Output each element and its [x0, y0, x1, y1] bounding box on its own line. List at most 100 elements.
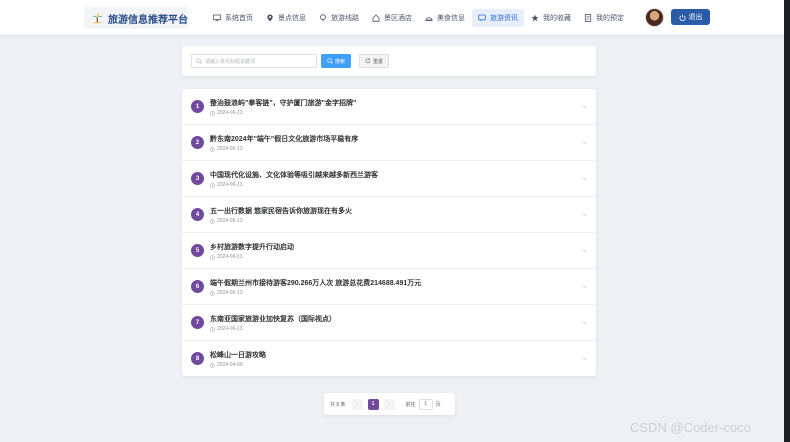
news-index-badge: 6 [191, 280, 204, 293]
route-icon [320, 14, 326, 22]
clock-icon [210, 146, 215, 152]
news-title[interactable]: 五一出行数据 悠家民宿告诉你旅游现在有多火 [210, 206, 352, 216]
news-title[interactable]: 松峰山一日游攻略 [210, 350, 266, 360]
arrow-right-icon[interactable]: → [580, 283, 587, 290]
clock-icon [210, 290, 215, 296]
news-date: 2024-06-13 [210, 326, 243, 332]
nav-item-food[interactable]: 美食信息 [419, 9, 471, 27]
goto-page-input[interactable]: 1 [418, 398, 433, 410]
document-icon [584, 14, 592, 22]
nav-item-bookings[interactable]: 我的预定 [578, 9, 630, 27]
nav-item-hotels[interactable]: 景区酒店 [366, 9, 418, 27]
news-date-text: 2024-06-13 [217, 110, 243, 116]
news-index-badge: 1 [191, 100, 204, 113]
news-list-item[interactable]: 6 端午假期兰州市接待游客290.266万人次 旅游总花费214688.491万元… [182, 269, 596, 305]
news-list-item[interactable]: 8 松峰山一日游攻略 2024-04-09 → [182, 341, 596, 377]
goto-suffix: 页 [435, 401, 441, 408]
news-list-item[interactable]: 1 整治鼓浪屿"拳客链"，守护厦门旅游"金字招牌" 2024-06-13 → [182, 89, 596, 125]
news-date: 2024-06-13 [210, 182, 243, 188]
news-title[interactable]: 黔东南2024年"端午"假日文化旅游市场平稳有序 [210, 134, 358, 144]
arrow-right-icon[interactable]: → [580, 139, 587, 146]
search-input[interactable]: 请输入资讯标题关键词 [191, 54, 317, 68]
nav-item-label: 美食信息 [437, 15, 465, 22]
clock-icon [210, 218, 215, 224]
clock-icon [210, 182, 215, 188]
news-date-text: 2024-06-13 [217, 182, 243, 188]
nav-item-home[interactable]: 系统首页 [207, 9, 259, 27]
arrow-right-icon[interactable]: → [580, 175, 587, 182]
top-navbar: 旅游信息推荐平台 系统首页 景点信息 旅游线路 景区酒店 美食信息 旅游资讯 我… [0, 0, 784, 35]
message-icon [478, 14, 486, 22]
logout-label: 退出 [688, 14, 703, 21]
nav-item-label: 旅游线路 [331, 15, 359, 22]
news-date-text: 2024-06-13 [217, 326, 243, 332]
news-title[interactable]: 中国现代化设施、文化体验等吸引越来越多新西兰游客 [210, 170, 378, 180]
nav-item-favorites[interactable]: 我的收藏 [525, 9, 577, 27]
news-index-badge: 7 [191, 316, 204, 329]
arrow-right-icon[interactable]: → [580, 103, 587, 110]
news-date: 2024-06-13 [210, 146, 243, 152]
arrow-right-icon[interactable]: → [580, 319, 587, 326]
news-list-item[interactable]: 5 乡村旅游数字提升行动启动 2024-06-13 → [182, 233, 596, 269]
news-title[interactable]: 整治鼓浪屿"拳客链"，守护厦门旅游"金字招牌" [210, 98, 356, 108]
nav-item-routes[interactable]: 旅游线路 [313, 9, 365, 27]
news-list-item[interactable]: 7 东南亚国家旅游业加快复苏（国际视点） 2024-06-13 → [182, 305, 596, 341]
news-date-text: 2024-05-13 [217, 218, 243, 224]
house-icon [372, 14, 380, 22]
goto-prefix: 前往 [405, 401, 416, 408]
brand-title: 旅游信息推荐平台 [108, 14, 188, 26]
nav-item-label: 景区酒店 [384, 15, 412, 22]
power-icon [678, 14, 686, 21]
clock-icon [210, 326, 215, 332]
nav-item-label: 旅游资讯 [490, 15, 518, 22]
monitor-icon [213, 14, 221, 22]
news-date: 2024-06-13 [210, 290, 243, 296]
news-date: 2024-06-13 [210, 254, 243, 260]
page-number-current[interactable]: 1 [367, 398, 379, 410]
palm-tree-logo-icon [92, 13, 103, 24]
search-icon [327, 58, 333, 64]
news-title[interactable]: 乡村旅游数字提升行动启动 [210, 242, 294, 252]
arrow-right-icon[interactable]: → [580, 355, 587, 362]
news-date-text: 2024-06-13 [217, 254, 243, 260]
news-index-badge: 8 [191, 352, 204, 365]
arrow-right-icon[interactable]: → [580, 211, 587, 218]
star-icon [531, 14, 539, 22]
search-button-label: 搜索 [334, 58, 345, 65]
next-page-button[interactable]: › [383, 398, 395, 410]
brand[interactable]: 旅游信息推荐平台 [84, 7, 188, 29]
news-list-item[interactable]: 3 中国现代化设施、文化体验等吸引越来越多新西兰游客 2024-06-13 → [182, 161, 596, 197]
search-button[interactable]: 搜索 [321, 54, 351, 68]
nav-item-attractions[interactable]: 景点信息 [260, 9, 312, 27]
news-index-badge: 4 [191, 208, 204, 221]
clock-icon [210, 254, 215, 260]
news-list-item[interactable]: 2 黔东南2024年"端午"假日文化旅游市场平稳有序 2024-06-13 → [182, 125, 596, 161]
window-edge [784, 0, 790, 442]
news-index-badge: 5 [191, 244, 204, 257]
watermark: CSDN @Coder-coco [630, 420, 751, 435]
news-title[interactable]: 东南亚国家旅游业加快复苏（国际视点） [210, 314, 336, 324]
search-panel: 请输入资讯标题关键词 搜索 重置 [182, 46, 596, 76]
search-icon [196, 58, 202, 64]
refresh-icon [365, 58, 371, 64]
nav-item-label: 景点信息 [278, 15, 306, 22]
clock-icon [210, 362, 215, 368]
news-list: 1 整治鼓浪屿"拳客链"，守护厦门旅游"金字招牌" 2024-06-13 → 2 黔东南2… [182, 89, 596, 376]
news-title[interactable]: 端午假期兰州市接待游客290.266万人次 旅游总花费214688.491万元 [210, 278, 421, 288]
location-icon [267, 14, 273, 22]
news-date-text: 2024-06-13 [217, 290, 243, 296]
nav-item-news[interactable]: 旅游资讯 [472, 9, 524, 27]
pagination-total: 共 8 条 [330, 401, 346, 408]
reset-button[interactable]: 重置 [359, 54, 389, 68]
nav-item-label: 我的收藏 [543, 15, 571, 22]
news-date: 2024-04-09 [210, 362, 243, 368]
avatar[interactable] [645, 8, 664, 27]
nav-item-label: 我的预定 [596, 15, 624, 22]
prev-page-button[interactable]: ‹ [351, 398, 363, 410]
news-list-item[interactable]: 4 五一出行数据 悠家民宿告诉你旅游现在有多火 2024-05-13 → [182, 197, 596, 233]
news-date: 2024-06-13 [210, 110, 243, 116]
main-nav: 系统首页 景点信息 旅游线路 景区酒店 美食信息 旅游资讯 我的收藏 我的预定 [207, 9, 631, 27]
news-date: 2024-05-13 [210, 218, 243, 224]
logout-button[interactable]: 退出 [671, 9, 710, 25]
arrow-right-icon[interactable]: → [580, 247, 587, 254]
